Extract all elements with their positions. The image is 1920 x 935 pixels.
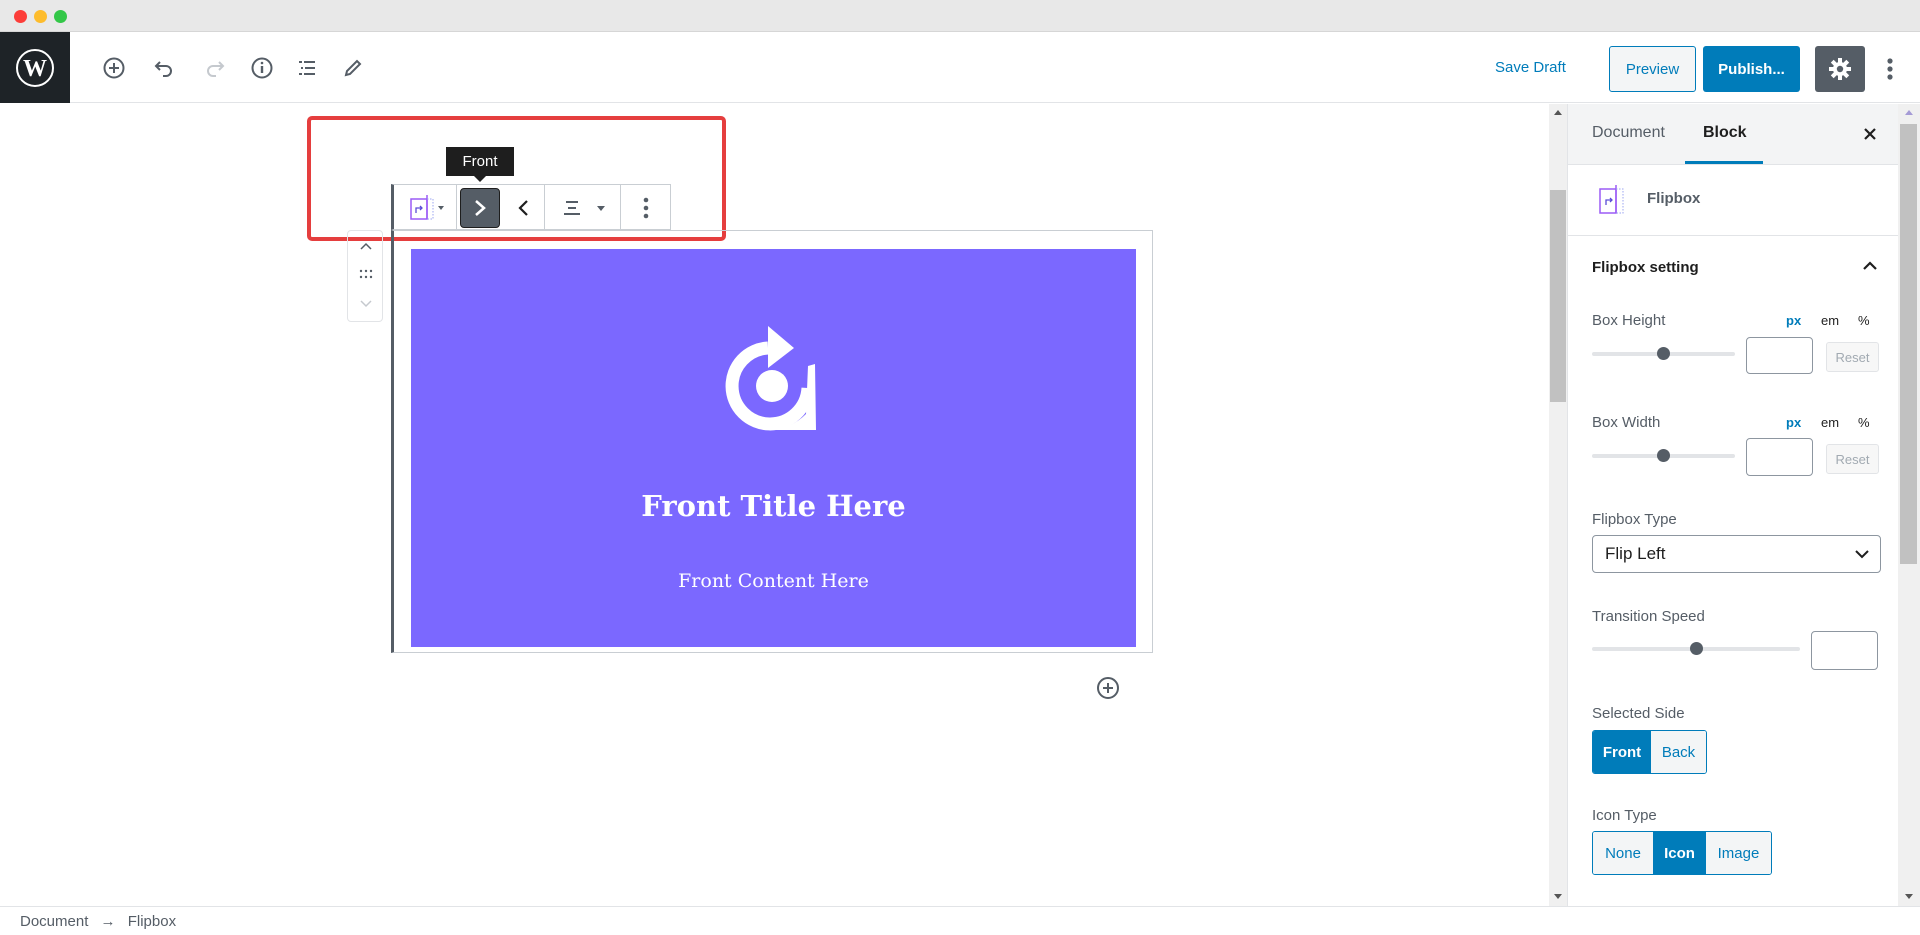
chevron-right-icon <box>475 200 486 216</box>
box-width-slider[interactable] <box>1592 449 1735 462</box>
more-options-button[interactable] <box>621 185 671 231</box>
window-titlebar <box>0 0 1920 32</box>
flipbox-block-icon <box>1599 185 1624 214</box>
unit-percent[interactable]: % <box>1858 313 1870 328</box>
box-height-input[interactable] <box>1746 337 1813 374</box>
list-view-icon[interactable] <box>293 54 321 82</box>
settings-sidebar: Document Block Flipbox Flipbox setting B… <box>1567 104 1899 906</box>
add-block-icon <box>1097 677 1119 699</box>
gear-icon <box>1829 58 1851 80</box>
flipbox-block-icon <box>410 195 444 220</box>
vertical-dots-icon <box>1887 58 1893 80</box>
box-height-reset-button[interactable]: Reset <box>1826 342 1879 372</box>
window-close-button[interactable] <box>14 10 27 23</box>
box-width-input[interactable] <box>1746 438 1813 476</box>
side-back-button[interactable]: Back <box>1651 731 1706 773</box>
chevron-left-icon <box>517 200 528 216</box>
flipbox-type-select[interactable]: Flip Left <box>1592 535 1881 573</box>
box-height-label: Box Height <box>1592 312 1666 329</box>
side-front-button[interactable]: Front <box>1593 731 1651 773</box>
unit-em[interactable]: em <box>1821 415 1839 430</box>
selected-side-group: Front Back <box>1592 730 1707 774</box>
flipbox-content: Front Content Here <box>678 570 869 592</box>
block-breadcrumb: Document → Flipbox <box>0 906 1920 935</box>
slider-knob[interactable] <box>1657 449 1670 462</box>
flipbox-title: Front Title Here <box>641 489 906 523</box>
icon-type-none-button[interactable]: None <box>1593 832 1653 874</box>
align-button[interactable] <box>545 185 621 231</box>
flipbox-front: Front Title Here Front Content Here <box>411 249 1136 647</box>
front-side-button[interactable] <box>457 185 503 231</box>
editor-scrollbar-thumb[interactable] <box>1550 190 1566 402</box>
block-name: Flipbox <box>1647 190 1701 207</box>
active-tab-indicator <box>1685 161 1763 164</box>
tab-block[interactable]: Block <box>1703 124 1747 142</box>
chevron-up-icon[interactable] <box>1862 258 1878 274</box>
editor-scrollbar[interactable] <box>1549 104 1567 906</box>
add-block-inline-button[interactable] <box>1096 676 1120 700</box>
back-side-button[interactable] <box>503 185 545 231</box>
box-width-label: Box Width <box>1592 414 1661 431</box>
block-mover <box>347 230 383 322</box>
window-minimize-button[interactable] <box>34 10 47 23</box>
move-up-icon[interactable] <box>359 239 373 253</box>
tooltip: Front <box>446 147 514 176</box>
add-block-icon[interactable] <box>100 54 128 82</box>
chevron-down-icon <box>1855 550 1869 559</box>
flipbox-type-label: Flipbox Type <box>1592 511 1677 528</box>
wordpress-logo[interactable]: W <box>0 32 70 103</box>
window-maximize-button[interactable] <box>54 10 67 23</box>
panel-title[interactable]: Flipbox setting <box>1592 259 1699 276</box>
box-height-slider[interactable] <box>1592 347 1735 360</box>
breadcrumb-flipbox[interactable]: Flipbox <box>128 913 176 930</box>
editor-header: W Save Draft Preview Publish... <box>0 32 1920 103</box>
more-options-icon <box>643 197 649 219</box>
more-menu-button[interactable] <box>1876 46 1904 92</box>
tab-document[interactable]: Document <box>1592 124 1665 142</box>
close-icon[interactable] <box>1862 126 1878 142</box>
flipbox-type-value: Flip Left <box>1605 544 1666 563</box>
edit-pencil-icon[interactable] <box>339 54 367 82</box>
selected-side-label: Selected Side <box>1592 705 1685 722</box>
align-center-icon <box>563 201 605 215</box>
sidebar-tabs: Document Block <box>1568 104 1899 165</box>
breadcrumb-document[interactable]: Document <box>20 913 88 930</box>
unit-em[interactable]: em <box>1821 313 1839 328</box>
box-width-reset-button[interactable]: Reset <box>1826 444 1879 474</box>
settings-button[interactable] <box>1815 46 1865 92</box>
move-down-icon[interactable] <box>359 297 373 311</box>
preview-button[interactable]: Preview <box>1609 46 1696 92</box>
undo-icon[interactable] <box>151 54 179 82</box>
transition-speed-label: Transition Speed <box>1592 608 1705 625</box>
block-card: Flipbox <box>1568 165 1899 236</box>
rotate-circle-icon <box>725 326 816 431</box>
publish-button[interactable]: Publish... <box>1703 46 1800 92</box>
transition-speed-slider[interactable] <box>1592 642 1800 655</box>
tooltip-arrow <box>474 176 486 182</box>
svg-text:W: W <box>23 56 47 82</box>
slider-knob[interactable] <box>1657 347 1670 360</box>
slider-knob[interactable] <box>1690 642 1703 655</box>
redo-icon[interactable] <box>200 54 228 82</box>
icon-type-label: Icon Type <box>1592 807 1657 824</box>
transition-speed-input[interactable] <box>1811 631 1878 670</box>
block-switcher-button[interactable] <box>394 185 457 231</box>
unit-px[interactable]: px <box>1786 415 1801 430</box>
flipbox-block[interactable]: Front Title Here Front Content Here <box>391 230 1153 653</box>
breadcrumb-separator: → <box>100 913 116 930</box>
editor-canvas: Front Front Title Here Front Content Her… <box>0 104 1549 906</box>
icon-type-icon-button[interactable]: Icon <box>1653 832 1706 874</box>
info-icon[interactable] <box>248 54 276 82</box>
icon-type-group: None Icon Image <box>1592 831 1772 875</box>
save-draft-button[interactable]: Save Draft <box>1495 46 1566 88</box>
unit-px[interactable]: px <box>1786 313 1801 328</box>
unit-percent[interactable]: % <box>1858 415 1870 430</box>
drag-handle-icon[interactable] <box>359 269 373 281</box>
sidebar-scrollbar[interactable] <box>1898 104 1920 906</box>
block-toolbar <box>391 184 671 231</box>
sidebar-scrollbar-thumb[interactable] <box>1900 124 1917 564</box>
icon-type-image-button[interactable]: Image <box>1706 832 1771 874</box>
